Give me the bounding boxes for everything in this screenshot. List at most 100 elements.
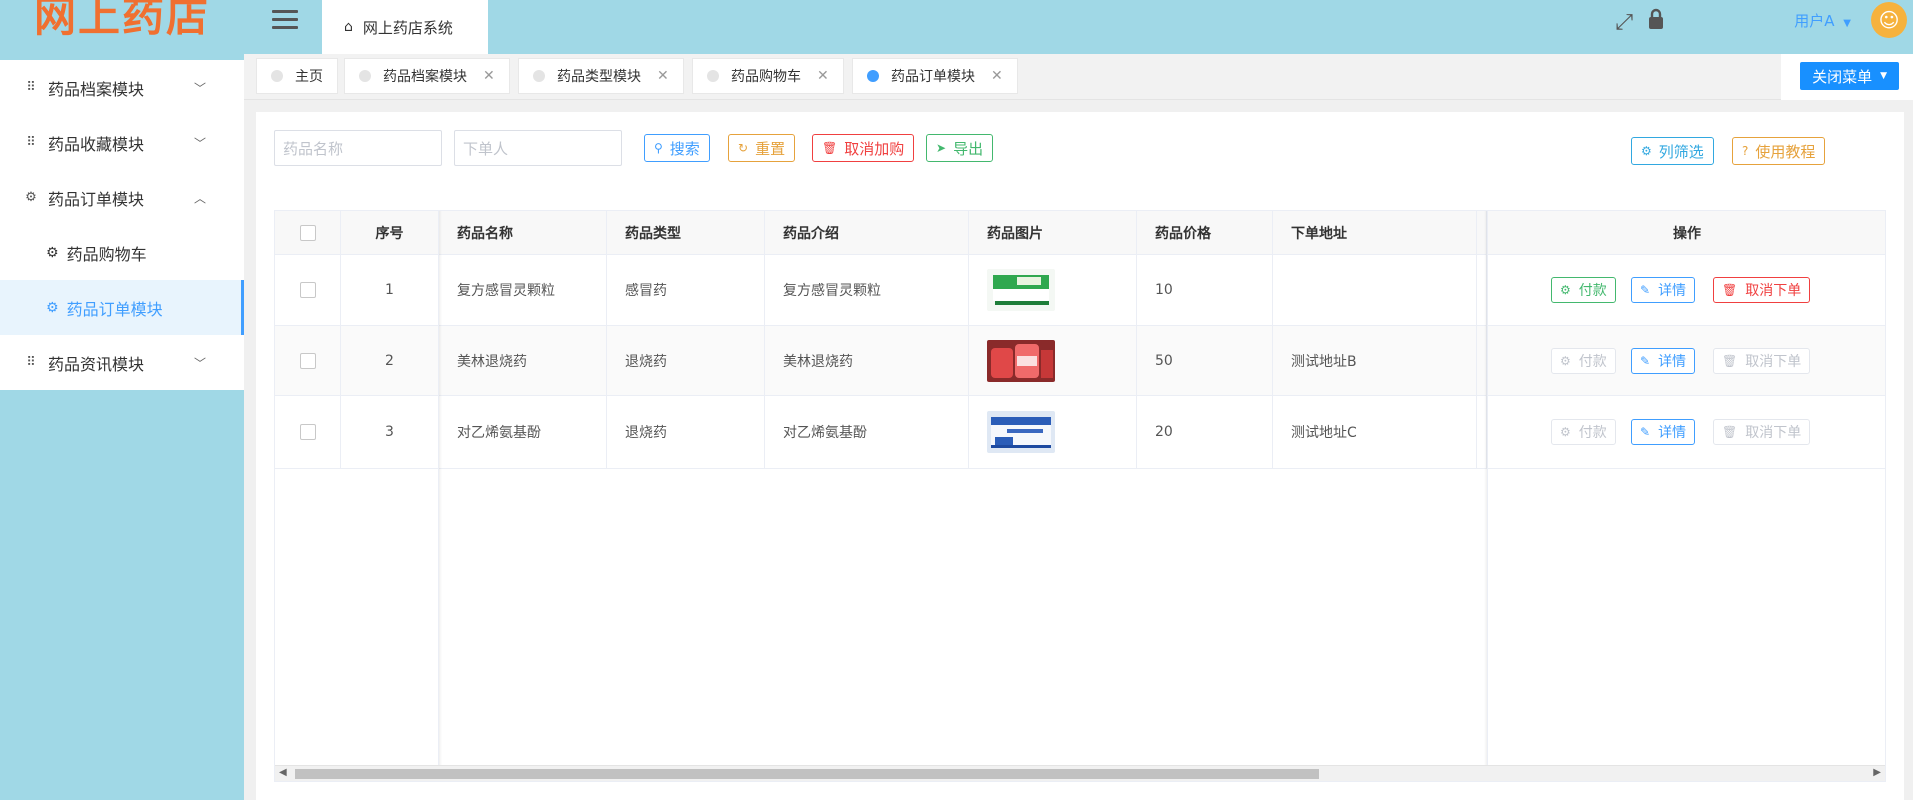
cancel-order-button[interactable]: 🗑 取消下单: [1713, 277, 1811, 303]
sidebar-item-news[interactable]: ⠿ 药品资讯模块 ﹀: [0, 335, 244, 390]
select-all-checkbox[interactable]: [299, 225, 316, 241]
sidebar-item-orders[interactable]: ⚙ 药品订单模块 ︿: [0, 170, 244, 225]
tab-home[interactable]: 主页: [256, 58, 338, 94]
export-button[interactable]: ➤ 导出: [926, 134, 994, 162]
sidebar-subitem-label: 药品购物车: [66, 244, 147, 264]
search-button[interactable]: ⚲ 搜索: [644, 134, 710, 162]
sidebar-item-archive[interactable]: ⠿ 药品档案模块 ﹀: [0, 60, 244, 115]
scroll-right-arrow-icon[interactable]: ▶: [1873, 767, 1881, 778]
pay-button[interactable]: ⚙ 付款: [1551, 277, 1616, 303]
cancel-order-label: 取消下单: [1745, 353, 1802, 370]
detail-button[interactable]: ✎ 详情: [1631, 419, 1696, 445]
tab-dot: [271, 70, 283, 82]
settings-icon: ⚙: [46, 299, 59, 316]
column-filter-button[interactable]: ⚙ 列筛选: [1631, 137, 1714, 165]
cell-address: 测试地址B: [1273, 326, 1477, 395]
avatar[interactable]: ☺: [1871, 2, 1907, 38]
row-checkbox[interactable]: [299, 282, 316, 298]
pay-button[interactable]: ⚙ 付款: [1551, 419, 1616, 445]
drug-name-input[interactable]: 药品名称: [274, 130, 442, 166]
header-name: 药品名称: [439, 211, 607, 255]
row-select-cell: [275, 396, 341, 468]
sidebar-item-favorites[interactable]: ⠿ 药品收藏模块 ﹀: [0, 115, 244, 170]
close-menu-area: 关闭菜单 ▼: [1781, 54, 1913, 100]
main-panel: 药品名称 下单人 ⚲ 搜索 ↻ 重置 🗑 取消加购 ➤ 导出 ⚙ 列筛选 ? 使用教程 序号…: [256, 112, 1904, 800]
drug-image[interactable]: [987, 339, 1055, 382]
cancel-order-button[interactable]: 🗑 取消下单: [1713, 419, 1811, 445]
detail-button[interactable]: ✎ 详情: [1631, 347, 1696, 374]
gear-icon: ⚙: [1560, 283, 1571, 297]
user-menu[interactable]: 用户A ▼: [1794, 10, 1851, 31]
refresh-icon: ↻: [738, 141, 749, 155]
detail-button[interactable]: ✎ 详情: [1631, 277, 1696, 303]
cell-type: 退烧药: [607, 396, 765, 468]
sidebar-item-label: 药品档案模块: [48, 79, 145, 99]
settings-icon: ⚙: [46, 244, 59, 261]
cancel-order-button[interactable]: 🗑 取消下单: [1713, 347, 1811, 374]
scrollbar-thumb[interactable]: [295, 769, 1319, 779]
reset-button[interactable]: ↻ 重置: [728, 134, 796, 162]
close-icon[interactable]: ✕: [991, 68, 1003, 84]
question-icon: ?: [1742, 144, 1749, 158]
edit-icon: ✎: [1640, 425, 1651, 439]
orderer-input[interactable]: 下单人: [454, 130, 622, 166]
cell-type: 退烧药: [607, 326, 765, 395]
tab-label: 主页: [295, 69, 323, 85]
cell-intro: 对乙烯氨基酚: [765, 396, 969, 468]
tab-dot: [707, 70, 719, 82]
tutorial-button[interactable]: ? 使用教程: [1732, 137, 1826, 165]
tab-types[interactable]: 药品类型模块 ✕: [518, 58, 684, 94]
sidebar-subitem-label: 药品订单模块: [66, 299, 163, 319]
scroll-left-arrow-icon[interactable]: ◀: [279, 767, 287, 778]
close-menu-button[interactable]: 关闭菜单 ▼: [1800, 62, 1899, 90]
close-icon[interactable]: ✕: [657, 68, 669, 84]
close-icon[interactable]: ✕: [483, 68, 495, 84]
hamburger-icon[interactable]: [272, 10, 298, 30]
system-title-tab[interactable]: ⌂ 网上药店系统: [322, 0, 488, 54]
gear-icon: ⚙: [1560, 425, 1571, 439]
tab-orders[interactable]: 药品订单模块 ✕: [852, 58, 1018, 94]
tab-label: 药品订单模块: [891, 69, 975, 85]
cell-image: [969, 396, 1137, 468]
tab-dot: [533, 70, 545, 82]
user-name: 用户A: [1794, 12, 1835, 30]
home-icon: ⌂: [344, 19, 353, 35]
cancel-cart-button[interactable]: 🗑 取消加购: [812, 134, 915, 162]
close-icon[interactable]: ✕: [817, 68, 829, 84]
sidebar-subitem-orders[interactable]: ⚙ 药品订单模块: [0, 280, 244, 335]
gear-icon: ⚙: [1560, 353, 1571, 368]
header-type: 药品类型: [607, 211, 765, 255]
sidebar-subitem-cart[interactable]: ⚙ 药品购物车: [0, 225, 244, 280]
trash-icon: 🗑: [1722, 283, 1738, 297]
logo: 网上药店: [33, 0, 210, 41]
detail-label: 详情: [1658, 425, 1687, 441]
fullscreen-icon[interactable]: ⤢: [1615, 10, 1633, 35]
top-header: ⌂ 网上药店系统 ⤢ 用户A ▼ ☺: [244, 0, 1913, 54]
pay-label: 付款: [1578, 283, 1607, 299]
chevron-down-icon: ﹀: [193, 136, 206, 150]
cell-name: 复方感冒灵颗粒: [439, 255, 607, 325]
cell-name: 美林退烧药: [439, 326, 607, 395]
header-intro: 药品介绍: [765, 211, 969, 255]
cell-index: 2: [341, 326, 439, 395]
lock-icon[interactable]: [1647, 8, 1665, 36]
settings-icon: ⚙: [25, 190, 37, 205]
tab-label: 药品购物车: [731, 69, 801, 85]
table-header: 序号 药品名称 药品类型 药品介绍 药品图片 药品价格 下单地址 操作: [275, 211, 1885, 255]
tab-dot: [359, 70, 371, 82]
horizontal-scrollbar[interactable]: ◀ ▶: [275, 765, 1885, 781]
sidebar-item-label: 药品收藏模块: [48, 134, 145, 154]
trash-icon: 🗑: [1722, 425, 1738, 439]
drug-image[interactable]: [987, 411, 1055, 453]
cell-image: [969, 255, 1137, 325]
close-menu-label: 关闭菜单: [1812, 67, 1873, 86]
pay-button[interactable]: ⚙ 付款: [1551, 347, 1616, 374]
drug-image[interactable]: [987, 269, 1055, 311]
chevron-down-icon: ﹀: [193, 356, 206, 370]
row-checkbox[interactable]: [299, 352, 316, 369]
grid-icon: ⠿: [26, 355, 36, 370]
row-checkbox[interactable]: [299, 424, 316, 440]
tab-archive[interactable]: 药品档案模块 ✕: [344, 58, 510, 94]
tab-cart[interactable]: 药品购物车 ✕: [692, 58, 844, 94]
caret-down-icon: ▼: [1880, 71, 1887, 81]
